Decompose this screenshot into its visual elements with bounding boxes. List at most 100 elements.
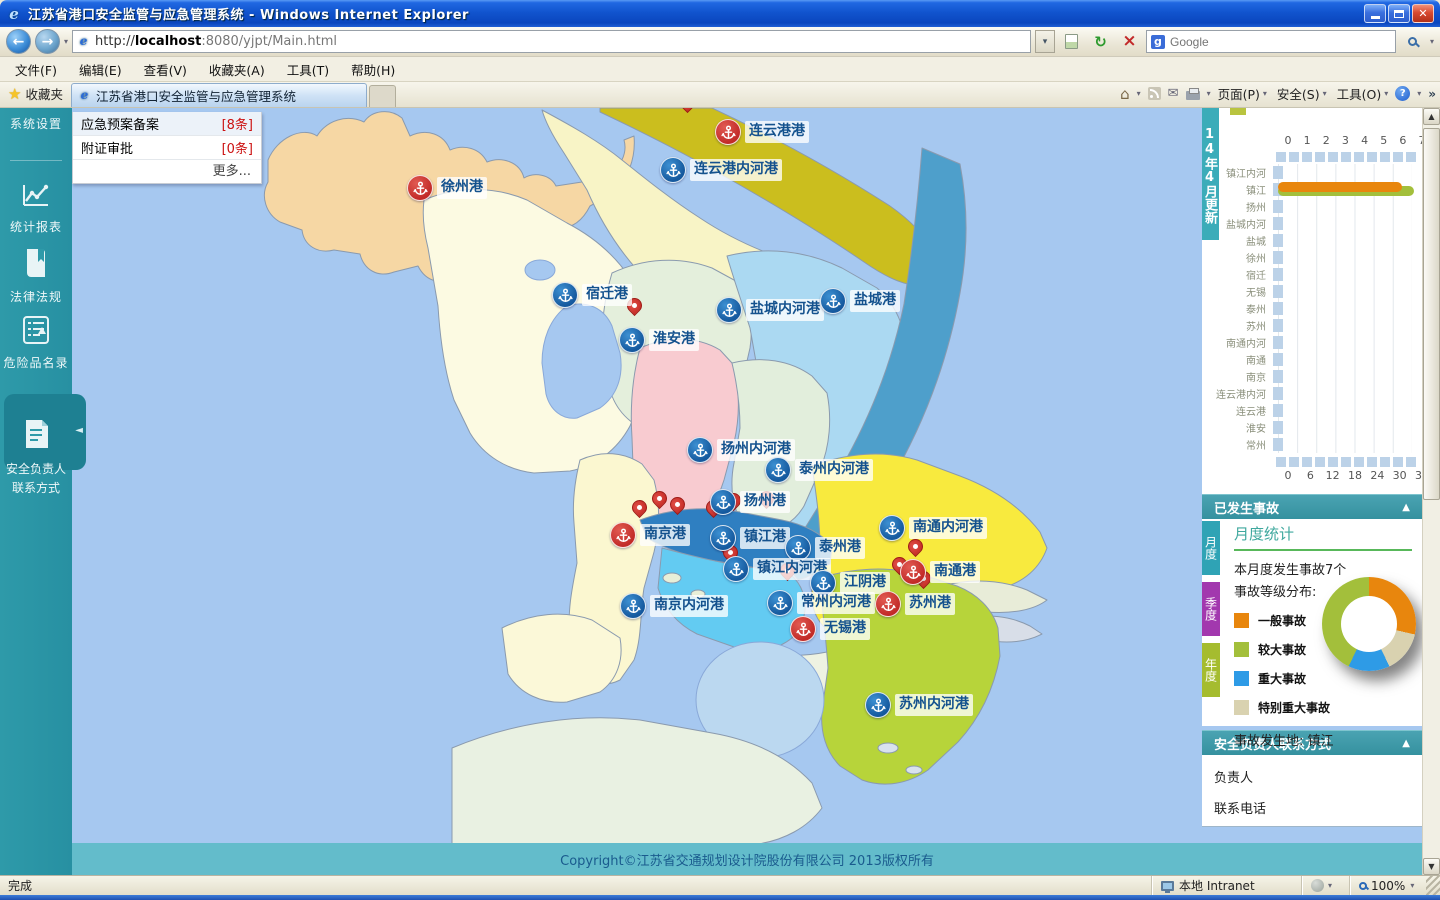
search-input[interactable] <box>1170 35 1391 49</box>
command-button[interactable]: 安全(S)▾ <box>1277 84 1327 103</box>
stop-button[interactable]: × <box>1117 30 1142 54</box>
home-icon[interactable]: ⌂ <box>1120 85 1130 103</box>
menu-item[interactable]: 收藏夹(A) <box>198 57 276 82</box>
port-marker[interactable]: 扬州内河港 <box>687 437 713 463</box>
port-marker[interactable]: 苏州港 <box>875 591 901 617</box>
sidebar-item-statistics[interactable]: 统计报表 <box>0 180 72 235</box>
scroll-up-button[interactable]: ▲ <box>1423 108 1440 125</box>
help-icon[interactable]: ? <box>1395 86 1410 101</box>
anchor-badge[interactable] <box>552 282 578 308</box>
port-marker[interactable]: 连云港港 <box>715 119 741 145</box>
address-field[interactable]: e http://localhost:8080/yjpt/Main.html <box>72 30 1031 53</box>
collapse-up-icon[interactable]: ▲ <box>1402 502 1410 513</box>
print-icon[interactable] <box>1186 91 1200 100</box>
port-marker[interactable]: 泰州内河港 <box>765 457 791 483</box>
anchor-badge[interactable] <box>900 559 926 585</box>
port-marker[interactable]: 南京港 <box>610 522 636 548</box>
port-marker[interactable]: 淮安港 <box>619 327 645 353</box>
hazard-list-icon <box>20 314 52 346</box>
scroll-down-button[interactable]: ▼ <box>1423 858 1440 875</box>
map-area[interactable]: 应急预案备案 [8条] 附证审批 [0条] 更多... <box>72 108 1202 875</box>
maximize-button[interactable] <box>1388 4 1410 23</box>
toolbar-overflow-chevron[interactable]: » <box>1428 87 1436 101</box>
anchor-badge[interactable] <box>660 157 686 183</box>
resize-grip[interactable] <box>1426 876 1440 895</box>
menu-item[interactable]: 工具(T) <box>276 57 340 82</box>
incidents-header[interactable]: 已发生事故 ▲ <box>1202 494 1422 519</box>
anchor-badge[interactable] <box>875 591 901 617</box>
anchor-badge[interactable] <box>790 616 816 642</box>
mail-icon[interactable]: ✉ <box>1168 86 1179 101</box>
anchor-badge[interactable] <box>865 692 891 718</box>
quick-panel-row[interactable]: 应急预案备案 [8条] <box>73 112 261 136</box>
port-marker[interactable]: 苏州内河港 <box>865 692 891 718</box>
vertical-scrollbar[interactable]: ▲ ▼ <box>1422 108 1440 875</box>
sidebar-item-laws[interactable]: 法律法规 <box>0 246 72 305</box>
port-marker[interactable]: 镇江港 <box>710 525 736 551</box>
anchor-badge[interactable] <box>710 489 736 515</box>
anchor-badge[interactable] <box>687 437 713 463</box>
search-button[interactable] <box>1400 30 1426 54</box>
port-marker[interactable]: 盐城内河港 <box>716 297 742 323</box>
more-link[interactable]: 更多... <box>73 160 261 183</box>
minimize-button[interactable] <box>1364 4 1386 23</box>
left-sidebar: 系统设置 统计报表 法律法规 危险品名录 ◄ 安全负责人 联系方式 <box>0 108 72 875</box>
menu-item[interactable]: 帮助(H) <box>340 57 406 82</box>
anchor-badge[interactable] <box>765 457 791 483</box>
port-marker[interactable]: 南通内河港 <box>879 515 905 541</box>
favorites-button[interactable]: ★ 收藏夹 <box>4 84 71 107</box>
command-button[interactable]: 工具(O)▾ <box>1337 84 1389 103</box>
period-tab[interactable]: 月度 <box>1202 521 1220 575</box>
history-dropdown-icon[interactable]: ▾ <box>64 37 68 46</box>
anchor-badge[interactable] <box>619 327 645 353</box>
sidebar-item-system-settings[interactable]: 系统设置 <box>0 113 72 132</box>
help-dropdown-icon[interactable]: ▾ <box>1417 89 1421 98</box>
search-box[interactable]: g <box>1146 30 1396 53</box>
anchor-badge[interactable] <box>610 522 636 548</box>
menu-item[interactable]: 查看(V) <box>133 57 198 82</box>
period-tab[interactable]: 季度 <box>1202 582 1220 636</box>
anchor-badge[interactable] <box>767 590 793 616</box>
print-dropdown-icon[interactable]: ▾ <box>1207 89 1211 98</box>
address-dropdown-button[interactable]: ▾ <box>1035 30 1055 53</box>
compatibility-view-button[interactable] <box>1059 30 1084 54</box>
port-marker[interactable]: 徐州港 <box>407 175 433 201</box>
anchor-badge[interactable] <box>710 525 736 551</box>
anchor-badge[interactable] <box>820 288 846 314</box>
forward-button[interactable]: → <box>35 29 60 54</box>
sidebar-item-dangerous-goods[interactable]: 危险品名录 <box>0 314 72 371</box>
home-dropdown-icon[interactable]: ▾ <box>1137 89 1141 98</box>
menu-item[interactable]: 编辑(E) <box>68 57 133 82</box>
anchor-badge[interactable] <box>620 593 646 619</box>
back-button[interactable]: ← <box>6 29 31 54</box>
anchor-badge[interactable] <box>716 297 742 323</box>
menu-item[interactable]: 文件(F) <box>4 57 68 82</box>
zoom-control[interactable]: 100% ▾ <box>1350 876 1426 895</box>
anchor-badge[interactable] <box>715 119 741 145</box>
anchor-badge[interactable] <box>879 515 905 541</box>
port-marker[interactable]: 南京内河港 <box>620 593 646 619</box>
port-marker[interactable]: 盐城港 <box>820 288 846 314</box>
port-label: 南通港 <box>930 561 980 583</box>
anchor-badge[interactable] <box>407 175 433 201</box>
port-marker[interactable]: 常州内河港 <box>767 590 793 616</box>
protected-mode-cell[interactable]: ▾ <box>1302 876 1350 895</box>
rss-icon[interactable] <box>1148 87 1161 100</box>
tab-active[interactable]: e 江苏省港口安全监管与应急管理系统 <box>71 83 367 107</box>
search-options-icon[interactable]: ▾ <box>1430 37 1434 46</box>
port-marker[interactable]: 无锡港 <box>790 616 816 642</box>
close-button[interactable]: ✕ <box>1412 4 1434 23</box>
sidebar-item-safety-contacts[interactable]: 安全负责人 联系方式 <box>0 418 72 496</box>
quick-panel-row[interactable]: 附证审批 [0条] <box>73 136 261 160</box>
command-button[interactable]: 页面(P)▾ <box>1218 84 1267 103</box>
period-tab[interactable]: 年度 <box>1202 643 1220 697</box>
refresh-button[interactable]: ↻ <box>1088 30 1113 54</box>
port-marker[interactable]: 南通港 <box>900 559 926 585</box>
anchor-badge[interactable] <box>723 556 749 582</box>
port-marker[interactable]: 扬州港 <box>710 489 736 515</box>
port-marker[interactable]: 连云港内河港 <box>660 157 686 183</box>
port-marker[interactable]: 宿迁港 <box>552 282 578 308</box>
scroll-thumb[interactable] <box>1423 128 1440 500</box>
port-marker[interactable]: 镇江内河港 <box>723 556 749 582</box>
new-tab-stub[interactable] <box>369 85 396 107</box>
